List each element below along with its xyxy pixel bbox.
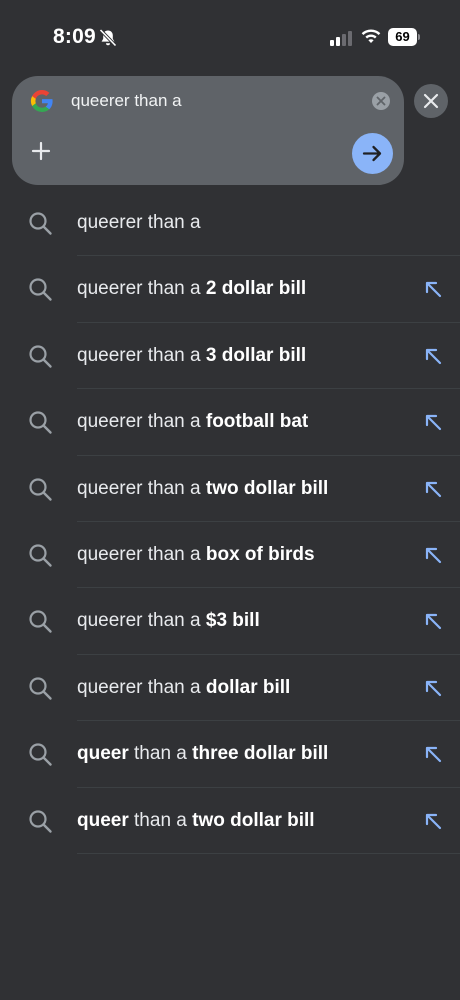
search-icon: [29, 411, 52, 434]
suggestion-normal-text: queerer than a: [77, 477, 206, 499]
suggestion-normal-text: queerer than a: [77, 212, 201, 233]
suggestion-normal-text: queerer than a: [77, 344, 206, 366]
suggestion-bold-completion: 3 dollar bill: [205, 344, 307, 366]
suggestion-bold-prefix: queer: [77, 809, 129, 831]
suggestion-bold-completion: football bat: [205, 411, 309, 433]
suggestion-normal-text: queerer than a: [77, 278, 206, 300]
close-icon: [423, 93, 439, 109]
suggestion-normal-text: queerer than a: [77, 411, 206, 433]
wifi-icon: [361, 29, 381, 43]
suggestion-text: queerer than a dollar bill: [77, 677, 290, 699]
suggestion-item[interactable]: queerer than a football bat: [0, 389, 460, 456]
fill-query-arrow-icon[interactable]: [423, 678, 443, 698]
suggestion-bold-completion: two dollar bill: [205, 477, 329, 499]
suggestion-item[interactable]: queerer than a $3 bill: [0, 588, 460, 655]
search-icon: [29, 809, 52, 833]
suggestion-bold-completion: $3 bill: [205, 610, 260, 632]
suggestion-item[interactable]: queerer than a two dollar bill: [0, 456, 460, 522]
submit-search-button[interactable]: [352, 133, 393, 174]
search-icon: [29, 743, 52, 766]
divider: [77, 852, 460, 854]
suggestion-bold-prefix: queer: [77, 743, 129, 765]
suggestion-text: queerer than a 2 dollar bill: [77, 278, 306, 300]
fill-query-arrow-icon[interactable]: [423, 479, 443, 499]
suggestion-item[interactable]: queerer than a box of birds: [0, 522, 460, 589]
clear-search-button[interactable]: [372, 92, 390, 110]
status-bar: 8:09 69: [0, 0, 460, 76]
fill-query-arrow-icon[interactable]: [423, 811, 443, 831]
bell-slash-icon: [99, 28, 117, 47]
search-icon: [29, 278, 52, 302]
suggestion-normal-text: queerer than a: [77, 543, 206, 565]
arrow-right-icon: [362, 145, 382, 162]
search-icon: [29, 610, 52, 634]
suggestion-text: queerer than a two dollar bill: [77, 478, 328, 500]
clock-time: 8:09: [53, 25, 96, 48]
suggestion-item[interactable]: queer than a three dollar bill: [0, 721, 460, 788]
battery-indicator: 69: [388, 28, 420, 46]
fill-query-arrow-icon[interactable]: [423, 545, 443, 565]
suggestion-normal-text: queerer than a: [77, 676, 206, 698]
fill-query-arrow-icon[interactable]: [423, 412, 443, 432]
search-icon: [29, 345, 52, 368]
close-button[interactable]: [414, 84, 448, 118]
search-input[interactable]: queerer than a: [71, 91, 182, 111]
suggestion-item[interactable]: queerer than a: [0, 190, 460, 257]
suggestion-item[interactable]: queerer than a dollar bill: [0, 655, 460, 722]
fill-query-arrow-icon[interactable]: [423, 346, 443, 366]
suggestion-item[interactable]: queer than a two dollar bill: [0, 788, 460, 854]
suggestion-text: queer than a three dollar bill: [77, 743, 328, 765]
search-icon: [29, 477, 52, 501]
fill-query-arrow-icon[interactable]: [423, 744, 443, 764]
search-icon: [29, 677, 52, 700]
search-box[interactable]: queerer than a: [12, 76, 404, 185]
plus-icon[interactable]: [30, 140, 52, 162]
suggestion-list: queerer than a queerer than a 2 dollar bi…: [0, 190, 460, 854]
suggestion-normal-text: queerer than a: [77, 610, 206, 632]
suggestion-text: queerer than a: [77, 212, 201, 234]
battery-level: 69: [388, 28, 417, 46]
suggestion-bold-completion: box of birds: [205, 543, 315, 565]
suggestion-bold-completion: dollar bill: [205, 676, 291, 698]
suggestion-text: queerer than a box of birds: [77, 544, 315, 566]
search-icon: [29, 544, 52, 567]
suggestion-normal-text: than a: [128, 809, 193, 831]
battery-tip: [418, 34, 420, 40]
google-logo-icon: [30, 89, 53, 113]
suggestion-bold-completion: three dollar bill: [192, 743, 329, 765]
fill-query-arrow-icon[interactable]: [423, 611, 443, 631]
suggestion-item[interactable]: queerer than a 2 dollar bill: [0, 256, 460, 323]
suggestion-bold-completion: 2 dollar bill: [205, 278, 307, 300]
suggestion-bold-completion: two dollar bill: [192, 809, 315, 831]
suggestion-normal-text: than a: [128, 743, 193, 765]
suggestion-item[interactable]: queerer than a 3 dollar bill: [0, 323, 460, 390]
cellular-signal-icon: [330, 31, 352, 46]
suggestion-text: queerer than a 3 dollar bill: [77, 345, 306, 367]
suggestion-text: queerer than a football bat: [77, 411, 308, 433]
suggestion-text: queer than a two dollar bill: [77, 810, 315, 832]
fill-query-arrow-icon[interactable]: [423, 279, 443, 299]
search-icon: [29, 212, 52, 235]
suggestion-text: queerer than a $3 bill: [77, 610, 260, 632]
clear-icon: [376, 96, 386, 106]
